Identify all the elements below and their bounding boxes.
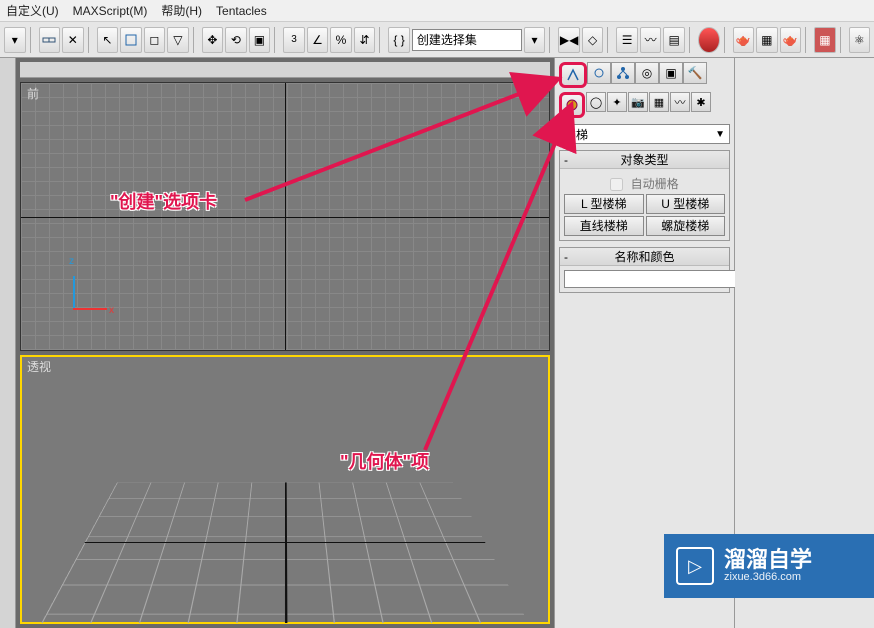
toolbar-mirror-icon[interactable]: ▶◀: [558, 27, 580, 53]
category-selected: 楼梯: [564, 126, 588, 143]
selection-set-combo[interactable]: [412, 29, 522, 51]
toolbar-scale-icon[interactable]: ▣: [249, 27, 271, 53]
toolbar-undo-dropdown-icon[interactable]: ▾: [4, 27, 26, 53]
toolbar-select-name-icon[interactable]: [120, 27, 142, 53]
toolbar-curve-editor-icon[interactable]: 〰: [640, 27, 662, 53]
viewport-area: 前 z x 透视: [16, 58, 554, 628]
viewport-perspective[interactable]: 透视: [20, 355, 550, 624]
toolbar-angle-snap-icon[interactable]: ∠: [307, 27, 329, 53]
tab-modify[interactable]: [587, 62, 611, 84]
subtab-shapes[interactable]: ◯: [586, 92, 606, 112]
watermark-title: 溜溜自学: [724, 549, 812, 571]
watermark-play-icon: ▷: [676, 547, 714, 585]
menu-help[interactable]: 帮助(H): [161, 2, 202, 19]
perspective-grid: [38, 482, 533, 623]
tab-display[interactable]: ▣: [659, 62, 683, 84]
object-name-input[interactable]: [564, 270, 743, 288]
toolbar-filter-icon[interactable]: ▽: [167, 27, 189, 53]
subtab-spacewarps[interactable]: 〰: [670, 92, 690, 112]
toolbar-render-setup-icon[interactable]: 🫖: [733, 27, 755, 53]
toolbar-layers-icon[interactable]: ☰: [616, 27, 638, 53]
toolbar-link-icon[interactable]: [39, 27, 61, 53]
rollout-name-color: - 名称和颜色: [559, 247, 730, 293]
watermark-subtitle: zixue.3d66.com: [724, 571, 812, 583]
btn-straight-stair[interactable]: 直线楼梯: [564, 216, 644, 236]
rollout-header-namecolor[interactable]: - 名称和颜色: [560, 248, 729, 266]
btn-l-stair[interactable]: L 型楼梯: [564, 194, 644, 214]
rollout-object-type: - 对象类型 自动栅格 L 型楼梯 U 型楼梯 直线楼梯 螺旋楼梯: [559, 150, 730, 241]
subtab-systems[interactable]: ✱: [691, 92, 711, 112]
toolbar-percent-snap-icon[interactable]: %: [330, 27, 352, 53]
toolbar-dropdown-icon[interactable]: ▾: [524, 27, 546, 53]
toolbar-spinner-snap-icon[interactable]: ⇵: [354, 27, 376, 53]
toolbar-render-frame-icon[interactable]: ▦: [756, 27, 778, 53]
menu-bar: 自定义(U) MAXScript(M) 帮助(H) Tentacles: [0, 0, 874, 22]
create-subtabs: ◯ ✦ 📷 ▦ 〰 ✱: [559, 92, 730, 118]
subtab-lights[interactable]: ✦: [607, 92, 627, 112]
collapse-icon: -: [564, 248, 568, 266]
menu-customize[interactable]: 自定义(U): [6, 2, 59, 19]
rollout-header-objtype[interactable]: - 对象类型: [560, 151, 729, 169]
menu-tentacles[interactable]: Tentacles: [216, 4, 267, 18]
tab-create[interactable]: [559, 62, 587, 88]
viewport-front-label: 前: [27, 85, 39, 102]
toolbar-rotate-icon[interactable]: ⟲: [225, 27, 247, 53]
toolbar-schematic-icon[interactable]: ▤: [663, 27, 685, 53]
toolbar-render-icon[interactable]: 🫖: [780, 27, 802, 53]
collapse-icon: -: [564, 151, 568, 169]
menu-maxscript[interactable]: MAXScript(M): [73, 4, 148, 18]
viewport-front[interactable]: 前 z x: [20, 82, 550, 351]
subtab-cameras[interactable]: 📷: [628, 92, 648, 112]
axis-gizmo: z x: [61, 260, 121, 320]
main-toolbar: ▾ ✕ ↖ ◻ ▽ ✥ ⟲ ▣ 3 ∠ % ⇵ { } ▾ ▶◀ ◇ ☰ 〰 ▤…: [0, 22, 874, 58]
tab-utilities[interactable]: 🔨: [683, 62, 707, 84]
subtab-geometry[interactable]: [559, 92, 585, 118]
toolbar-named-sets-icon[interactable]: { }: [388, 27, 410, 53]
subtab-helpers[interactable]: ▦: [649, 92, 669, 112]
tab-hierarchy[interactable]: [611, 62, 635, 84]
toolbar-unlink-icon[interactable]: ✕: [62, 27, 84, 53]
toolbar-select-region-icon[interactable]: ◻: [144, 27, 166, 53]
btn-spiral-stair[interactable]: 螺旋楼梯: [646, 216, 726, 236]
ruler-vertical: [0, 58, 16, 628]
btn-u-stair[interactable]: U 型楼梯: [646, 194, 726, 214]
toolbar-reactor-icon[interactable]: ⚛: [849, 27, 871, 53]
toolbar-select-icon[interactable]: ↖: [97, 27, 119, 53]
toolbar-align-icon[interactable]: ◇: [582, 27, 604, 53]
ruler-horizontal: [20, 62, 550, 78]
toolbar-move-icon[interactable]: ✥: [202, 27, 224, 53]
toolbar-material-icon[interactable]: [698, 27, 720, 53]
toolbar-snap-icon[interactable]: 3: [283, 27, 305, 53]
watermark: ▷ 溜溜自学 zixue.3d66.com: [664, 534, 874, 598]
command-tabs: ◎ ▣ 🔨: [559, 62, 730, 88]
dropdown-arrow-icon: ▼: [715, 129, 725, 140]
autogrid-row: 自动栅格: [564, 173, 725, 194]
category-dropdown[interactable]: 楼梯 ▼: [559, 124, 730, 144]
tab-motion[interactable]: ◎: [635, 62, 659, 84]
autogrid-checkbox: [610, 178, 623, 191]
toolbar-grid-icon[interactable]: ▦: [814, 27, 836, 53]
